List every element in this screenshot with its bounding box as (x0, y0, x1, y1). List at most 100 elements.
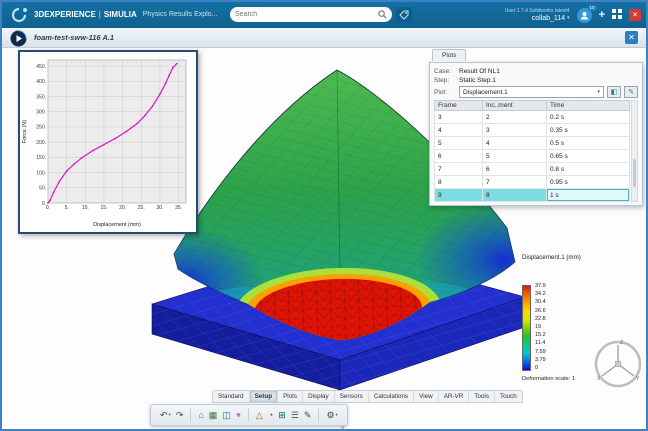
edit-plot-icon[interactable]: ✎ (624, 86, 638, 98)
tab-view[interactable]: View (414, 391, 439, 402)
3dexperience-compass-icon[interactable] (10, 30, 27, 52)
legend-value: 26.6 (535, 308, 546, 314)
mesh-display-icon[interactable]: ▦ (209, 410, 218, 420)
probe-icon[interactable]: ⌖ (236, 410, 241, 420)
table-cell[interactable]: 4 (435, 124, 483, 137)
svg-text:Z: Z (620, 340, 623, 346)
close-app-button[interactable]: ✕ (629, 9, 641, 21)
tab-sensors[interactable]: Sensors (335, 391, 369, 402)
svg-text:200.: 200. (36, 140, 46, 146)
svg-text:100.: 100. (36, 170, 46, 176)
force-displacement-chart-window[interactable]: 0.5.10.15.20.25.30.35.0.50.100.150.200.2… (18, 50, 198, 234)
search-icon[interactable] (378, 6, 387, 24)
view-axis-triad[interactable]: Z X Y (590, 336, 646, 397)
column-header[interactable]: Time (547, 101, 630, 111)
action-toolbar: ↶▾ ↷ ⌂ ▦ ◫ ⌖ △ ◔ ⊞ ☰ ✎ ⚙▾ (150, 404, 348, 426)
contour-plot-icon[interactable]: ◧ (607, 86, 621, 98)
notification-badge: 10 (588, 5, 597, 11)
table-cell[interactable]: 7 (435, 163, 483, 176)
plot-select[interactable]: Displacement.1 ▾ (459, 86, 604, 98)
calculations-icon[interactable]: ⊞ (278, 410, 286, 420)
table-cell[interactable]: 0.35 s (547, 124, 630, 137)
table-row[interactable]: 650.65 s (435, 150, 630, 163)
report-icon[interactable]: ☰ (291, 410, 299, 420)
document-title-tab[interactable]: foam-test-sww-116 A.1 (34, 33, 114, 42)
tag-icon[interactable] (396, 7, 412, 22)
plot-label: Plot: (434, 89, 456, 96)
table-row[interactable]: 981 s (435, 189, 630, 202)
table-cell[interactable]: 3 (483, 124, 547, 137)
collab-space-selector[interactable]: collab_114 ▾ (532, 15, 570, 22)
legend-value: 15.2 (535, 332, 546, 338)
search-box[interactable] (230, 7, 392, 22)
table-scrollbar[interactable] (631, 100, 638, 202)
close-view-button[interactable]: ✕ (625, 31, 638, 44)
table-cell[interactable]: 9 (435, 189, 483, 202)
table-cell[interactable]: 8 (483, 189, 547, 202)
step-value: Static Step.1 (459, 77, 496, 84)
tab-setup[interactable]: Setup (250, 391, 279, 402)
tab-display[interactable]: Display (303, 391, 335, 402)
tab-standard[interactable]: Standard (213, 391, 250, 402)
case-label: Case: (434, 68, 456, 75)
table-cell[interactable]: 6 (483, 163, 547, 176)
user-avatar[interactable]: 10 (577, 8, 592, 23)
table-cell[interactable]: 0.65 s (547, 150, 630, 163)
apps-grid-icon[interactable] (612, 6, 622, 24)
redo-icon[interactable]: ↷ (176, 410, 184, 420)
table-cell[interactable]: 3 (435, 111, 483, 124)
table-row[interactable]: 320.2 s (435, 111, 630, 124)
tab-calculations[interactable]: Calculations (369, 391, 414, 402)
legend-value: 3.79 (535, 357, 546, 363)
add-icon[interactable]: + (599, 10, 605, 21)
toolbar-separator (190, 408, 191, 422)
table-cell[interactable]: 2 (483, 111, 547, 124)
table-cell[interactable]: 0.8 s (547, 163, 630, 176)
settings-icon[interactable]: ⚙▾ (326, 410, 337, 420)
legend-value: 22.8 (535, 316, 546, 322)
legend-labels: 37.934.230.426.622.81915.211.47.593.790 (535, 283, 546, 371)
plots-panel-tab[interactable]: Plots (432, 49, 466, 61)
table-cell[interactable]: 6 (435, 150, 483, 163)
table-cell[interactable]: 1 s (547, 189, 630, 202)
svg-text:400.: 400. (36, 79, 46, 85)
edit-icon[interactable]: ✎ (304, 410, 312, 420)
section-view-icon[interactable]: ◫ (222, 410, 231, 420)
step-label: Step: (434, 77, 456, 84)
legend-value: 19 (535, 324, 546, 330)
svg-text:300.: 300. (36, 110, 46, 116)
svg-text:250.: 250. (36, 125, 46, 131)
tab-plots[interactable]: Plots (278, 391, 303, 402)
3d-viewport[interactable]: 0.5.10.15.20.25.30.35.0.50.100.150.200.2… (2, 48, 646, 429)
table-cell[interactable]: 0.5 s (547, 137, 630, 150)
table-row[interactable]: 430.35 s (435, 124, 630, 137)
search-input[interactable] (235, 11, 367, 18)
tab-touch[interactable]: Touch (495, 391, 522, 402)
table-row[interactable]: 540.5 s (435, 137, 630, 150)
table-cell[interactable]: 7 (483, 176, 547, 189)
home-view-icon[interactable]: ⌂ (198, 410, 203, 420)
table-cell[interactable]: 0.95 s (547, 176, 630, 189)
table-row[interactable]: 870.95 s (435, 176, 630, 189)
measure-icon[interactable]: △ (256, 410, 263, 420)
scrollbar-thumb[interactable] (633, 159, 636, 187)
tab-tools[interactable]: Tools (469, 391, 495, 402)
table-cell[interactable]: 4 (483, 137, 547, 150)
app-title: Physics Results Explo... (143, 11, 218, 18)
table-row[interactable]: 760.8 s (435, 163, 630, 176)
svg-text:25.: 25. (138, 205, 145, 211)
column-header[interactable]: Frame (435, 101, 483, 111)
brand-separator: | (99, 10, 101, 19)
table-cell[interactable]: 8 (435, 176, 483, 189)
table-cell[interactable]: 5 (435, 137, 483, 150)
legend-value: 34.2 (535, 291, 546, 297)
table-cell[interactable]: 5 (483, 150, 547, 163)
undo-icon[interactable]: ↶▾ (160, 410, 171, 420)
column-header[interactable]: Inc..ment (483, 101, 547, 111)
tab-ar-vr[interactable]: AR-VR (439, 391, 470, 402)
force-chart-svg: 0.5.10.15.20.25.30.35.0.50.100.150.200.2… (20, 52, 194, 230)
plot-icon[interactable]: ◔ (268, 410, 273, 420)
collapse-toolbar-chevron[interactable]: ∨ (340, 424, 345, 429)
table-cell[interactable]: 0.2 s (547, 111, 630, 124)
chevron-down-icon: ▾ (336, 410, 338, 420)
